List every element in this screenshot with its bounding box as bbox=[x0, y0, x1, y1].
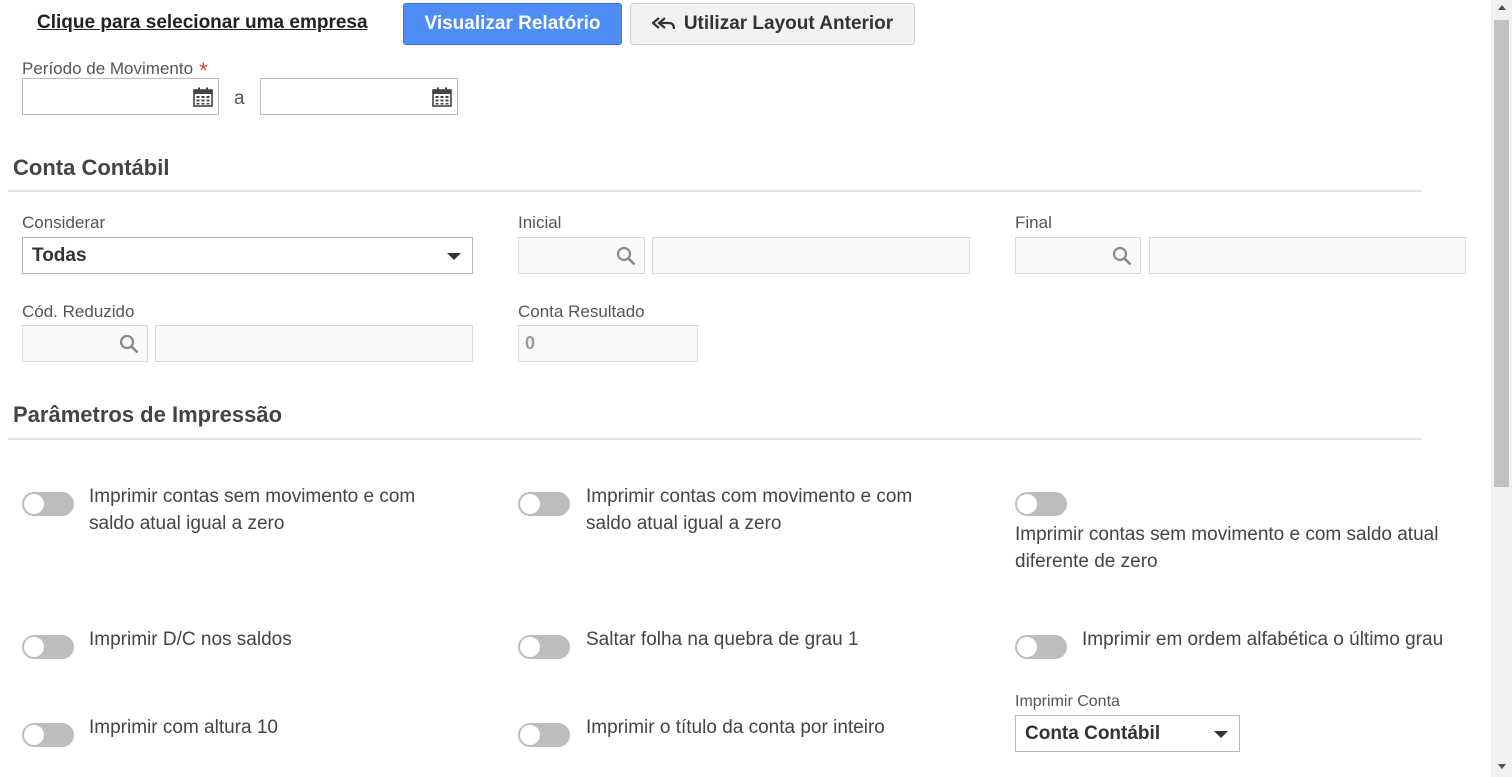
inicial-label: Inicial bbox=[518, 213, 562, 232]
option-label: Imprimir contas sem movimento e com sald… bbox=[89, 486, 416, 534]
reply-all-icon bbox=[651, 17, 675, 30]
considerar-label: Considerar bbox=[22, 213, 106, 232]
cod-reduzido-label: Cód. Reduzido bbox=[22, 302, 135, 321]
option-label: Imprimir com altura 10 bbox=[89, 717, 278, 738]
view-report-button[interactable]: Visualizar Relatório bbox=[403, 3, 622, 45]
period-label-text: Período de Movimento bbox=[22, 59, 194, 78]
toggle-knob bbox=[1017, 494, 1037, 514]
toggle-knob bbox=[24, 725, 44, 745]
toggle-knob bbox=[1017, 637, 1037, 657]
option-label: Imprimir contas sem movimento e com sald… bbox=[1015, 524, 1439, 572]
imprimir-conta-select[interactable]: Conta Contábil bbox=[1015, 715, 1240, 752]
impressao-title: Parâmetros de Impressão bbox=[13, 402, 283, 427]
toggle-saltar-folha[interactable] bbox=[518, 635, 570, 659]
toggle-sem-mov-saldo-zero[interactable] bbox=[22, 492, 74, 516]
toggle-sem-mov-saldo-diferente[interactable] bbox=[1015, 492, 1067, 516]
inicial-code-input[interactable] bbox=[518, 237, 645, 274]
scroll-up-icon[interactable] bbox=[1498, 5, 1506, 10]
final-description-input[interactable] bbox=[1149, 237, 1466, 274]
select-company-link[interactable]: Clique para selecionar uma empresa bbox=[37, 12, 368, 34]
period-separator: a bbox=[234, 88, 245, 109]
option-label: Saltar folha na quebra de grau 1 bbox=[586, 629, 859, 650]
toggle-dc-saldos[interactable] bbox=[22, 635, 74, 659]
considerar-value: Todas bbox=[32, 244, 87, 266]
caret-down-icon bbox=[447, 253, 461, 260]
conta-resultado-label: Conta Resultado bbox=[518, 302, 645, 321]
calendar-icon[interactable] bbox=[432, 87, 452, 107]
caret-down-icon bbox=[1214, 731, 1228, 738]
search-icon[interactable] bbox=[119, 334, 139, 354]
conta-resultado-input[interactable]: 0 bbox=[518, 325, 698, 362]
scroll-down-icon[interactable] bbox=[1498, 764, 1506, 769]
conta-contabil-title: Conta Contábil bbox=[13, 155, 170, 180]
previous-layout-label: Utilizar Layout Anterior bbox=[683, 13, 894, 34]
period-end-input[interactable] bbox=[260, 78, 458, 115]
imprimir-conta-value: Conta Contábil bbox=[1025, 722, 1161, 744]
toggle-com-mov-saldo-zero[interactable] bbox=[518, 492, 570, 516]
toggle-knob bbox=[520, 494, 540, 514]
toggle-knob bbox=[520, 725, 540, 745]
toggle-ordem-alfabetica[interactable] bbox=[1015, 635, 1067, 659]
toggle-knob bbox=[24, 494, 44, 514]
inicial-description-input[interactable] bbox=[652, 237, 970, 274]
final-code-input[interactable] bbox=[1015, 237, 1141, 274]
option-label: Imprimir contas com movimento e com sald… bbox=[586, 486, 913, 534]
final-label: Final bbox=[1015, 213, 1052, 232]
option-label: Imprimir em ordem alfabética o último gr… bbox=[1082, 629, 1444, 650]
section-divider bbox=[8, 190, 1422, 192]
calendar-icon[interactable] bbox=[193, 87, 213, 107]
period-label: Período de Movimento * bbox=[22, 54, 208, 83]
scrollbar-thumb[interactable] bbox=[1494, 20, 1509, 487]
option-label: Imprimir o título da conta por inteiro bbox=[586, 717, 885, 738]
considerar-select[interactable]: Todas bbox=[22, 237, 473, 274]
toggle-titulo-inteiro[interactable] bbox=[518, 723, 570, 747]
imprimir-conta-label: Imprimir Conta bbox=[1015, 693, 1120, 710]
previous-layout-button[interactable]: Utilizar Layout Anterior bbox=[630, 3, 915, 45]
search-icon[interactable] bbox=[616, 246, 636, 266]
cod-reduzido-input[interactable] bbox=[22, 325, 148, 362]
period-start-input[interactable] bbox=[22, 78, 219, 115]
cod-reduzido-description-input[interactable] bbox=[155, 325, 473, 362]
toggle-knob bbox=[24, 637, 44, 657]
search-icon[interactable] bbox=[1112, 246, 1132, 266]
section-divider bbox=[8, 438, 1422, 440]
option-label: Imprimir D/C nos saldos bbox=[89, 629, 292, 650]
toggle-knob bbox=[520, 637, 540, 657]
toggle-altura-10[interactable] bbox=[22, 723, 74, 747]
